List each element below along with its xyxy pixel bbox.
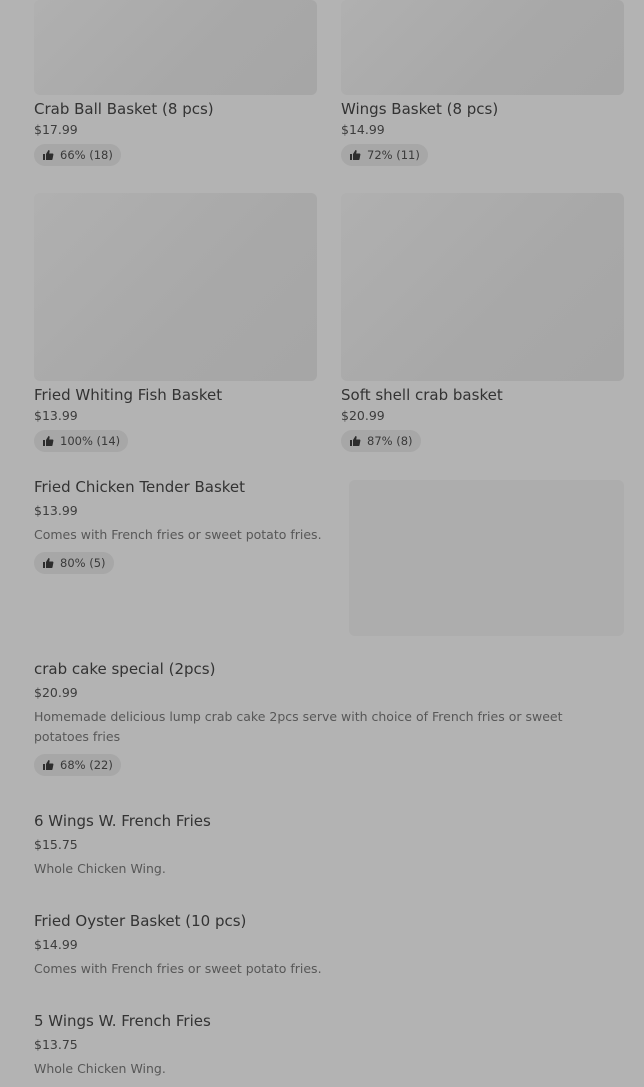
thumbs-up-icon xyxy=(43,558,54,568)
item-title: Fried Chicken Tender Basket xyxy=(34,478,246,496)
rating-badge: 72% (11) xyxy=(341,144,428,166)
rating-badge: 100% (14) xyxy=(34,430,129,452)
item-title: Wings Basket (8 pcs) xyxy=(341,100,499,118)
item-image xyxy=(341,0,624,95)
rating-badge: 68% (22) xyxy=(34,754,121,776)
menu-item-row[interactable]: Fried Chicken Tender Basket $13.99 Comes… xyxy=(34,478,334,574)
item-title: 5 Wings W. French Fries xyxy=(34,1012,211,1030)
thumbs-up-icon xyxy=(43,436,54,446)
item-title: 6 Wings W. French Fries xyxy=(34,812,211,830)
rating-text: 72% (11) xyxy=(367,148,420,162)
item-description: Whole Chicken Wing. xyxy=(34,1061,166,1076)
item-price: $15.75 xyxy=(34,837,78,852)
rating-text: 66% (18) xyxy=(60,148,113,162)
item-image xyxy=(34,193,317,381)
item-description: Whole Chicken Wing. xyxy=(34,861,166,876)
rating-text: 80% (5) xyxy=(60,556,106,570)
menu-item-card[interactable]: Crab Ball Basket (8 pcs) $17.99 66% (18) xyxy=(34,0,317,166)
rating-badge: 66% (18) xyxy=(34,144,121,166)
thumbs-up-icon xyxy=(43,150,54,160)
menu-item-row[interactable]: crab cake special (2pcs) $20.99 Homemade… xyxy=(34,660,610,776)
item-description: Comes with French fries or sweet potato … xyxy=(34,961,322,976)
item-title: Fried Oyster Basket (10 pcs) xyxy=(34,912,247,930)
item-price: $20.99 xyxy=(34,685,78,700)
item-price: $14.99 xyxy=(34,937,78,952)
item-price: $13.99 xyxy=(34,503,78,518)
rating-badge: 87% (8) xyxy=(341,430,421,452)
item-description: Comes with French fries or sweet potato … xyxy=(34,527,322,542)
rating-badge: 80% (5) xyxy=(34,552,114,574)
item-price: $17.99 xyxy=(34,122,78,137)
menu-item-card[interactable]: Wings Basket (8 pcs) $14.99 72% (11) xyxy=(341,0,624,166)
item-title: crab cake special (2pcs) xyxy=(34,660,216,678)
item-description: Homemade delicious lump crab cake 2pcs s… xyxy=(34,709,563,744)
menu-item-row[interactable]: 5 Wings W. French Fries $13.75 Whole Chi… xyxy=(34,1012,610,1079)
rating-text: 68% (22) xyxy=(60,758,113,772)
item-price: $14.99 xyxy=(341,122,385,137)
item-title: Crab Ball Basket (8 pcs) xyxy=(34,100,214,118)
item-image xyxy=(341,193,624,381)
menu-item-row[interactable]: Fried Oyster Basket (10 pcs) $14.99 Come… xyxy=(34,912,610,979)
menu-item-row[interactable]: 6 Wings W. French Fries $15.75 Whole Chi… xyxy=(34,812,610,879)
menu-item-card[interactable]: Fried Whiting Fish Basket $13.99 100% (1… xyxy=(34,193,317,452)
menu-item-card[interactable]: Soft shell crab basket $20.99 87% (8) xyxy=(341,193,624,452)
item-image xyxy=(34,0,317,95)
rating-text: 87% (8) xyxy=(367,434,413,448)
item-title: Fried Whiting Fish Basket xyxy=(34,386,223,404)
item-price: $13.99 xyxy=(34,408,78,423)
thumbs-up-icon xyxy=(43,760,54,770)
item-image xyxy=(349,480,624,636)
rating-text: 100% (14) xyxy=(60,434,121,448)
item-price: $13.75 xyxy=(34,1037,78,1052)
thumbs-up-icon xyxy=(350,436,361,446)
item-price: $20.99 xyxy=(341,408,385,423)
thumbs-up-icon xyxy=(350,150,361,160)
item-title: Soft shell crab basket xyxy=(341,386,503,404)
